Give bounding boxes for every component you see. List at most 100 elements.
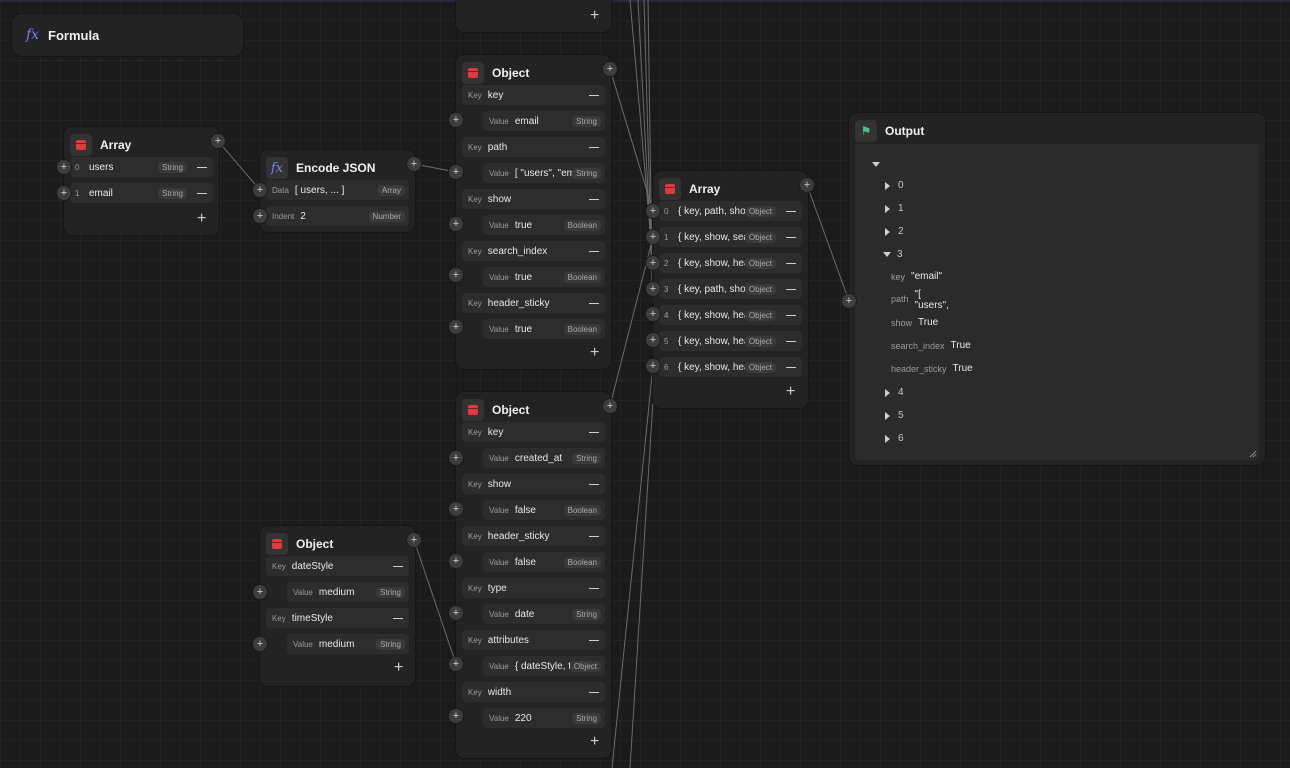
tree-item-6[interactable]: 6: [885, 433, 904, 444]
minus-icon[interactable]: [393, 565, 403, 567]
tree-item-1[interactable]: 1: [885, 203, 904, 214]
minus-icon[interactable]: [589, 535, 599, 537]
input-port[interactable]: +: [449, 657, 463, 671]
key-value[interactable]: header_sticky: [488, 298, 583, 309]
input-port[interactable]: +: [253, 585, 267, 599]
input-port[interactable]: +: [646, 230, 660, 244]
input-port[interactable]: +: [57, 160, 71, 174]
input-port[interactable]: +: [449, 451, 463, 465]
array-item-1[interactable]: 1 email String: [70, 183, 213, 203]
value-text[interactable]: [ "users", "ema: [515, 168, 572, 179]
value-text[interactable]: false: [515, 557, 564, 568]
array-item-3[interactable]: 3 { key, path, show, .Object: [659, 279, 802, 299]
input-port[interactable]: +: [449, 217, 463, 231]
key-field[interactable]: Key header_sticky: [462, 293, 605, 313]
minus-icon[interactable]: [589, 431, 599, 433]
minus-icon[interactable]: [786, 262, 796, 264]
key-value[interactable]: search_index: [488, 246, 583, 257]
tree-item-5[interactable]: 5: [885, 410, 904, 421]
input-port[interactable]: +: [253, 183, 267, 197]
value-text[interactable]: created_at: [515, 453, 572, 464]
minus-icon[interactable]: [589, 691, 599, 693]
input-port[interactable]: +: [842, 294, 856, 308]
input-port[interactable]: +: [646, 204, 660, 218]
field-value[interactable]: 2: [300, 211, 368, 222]
input-port[interactable]: +: [449, 606, 463, 620]
tree-item-4[interactable]: 4: [885, 387, 904, 398]
value-text[interactable]: date: [515, 609, 572, 620]
field-value[interactable]: [ users, ... ]: [295, 185, 378, 196]
value-text[interactable]: true: [515, 272, 564, 283]
key-field[interactable]: Key key: [462, 422, 605, 442]
minus-icon[interactable]: [786, 288, 796, 290]
collapse-arrow-icon[interactable]: [883, 252, 891, 257]
minus-icon[interactable]: [589, 146, 599, 148]
key-field[interactable]: Key show: [462, 474, 605, 494]
add-item-button[interactable]: +: [590, 345, 599, 361]
array-item-6[interactable]: 6 { key, show, headeObject: [659, 357, 802, 377]
input-port[interactable]: +: [449, 320, 463, 334]
minus-icon[interactable]: [786, 210, 796, 212]
tree-item-3[interactable]: 3: [883, 249, 903, 260]
value-field[interactable]: Value email String: [483, 111, 605, 131]
array-item-5[interactable]: 5 { key, show, headeObject: [659, 331, 802, 351]
value-field[interactable]: Value date String: [483, 604, 605, 624]
item-value[interactable]: { key, path, show, .: [678, 206, 745, 217]
key-field[interactable]: Key path: [462, 137, 605, 157]
add-item-button[interactable]: +: [590, 734, 599, 750]
key-value[interactable]: key: [488, 90, 583, 101]
expand-arrow-icon[interactable]: [885, 181, 890, 190]
expand-arrow-icon[interactable]: [885, 411, 890, 420]
key-field[interactable]: Key type: [462, 578, 605, 598]
value-field[interactable]: Value true Boolean: [483, 267, 605, 287]
input-port[interactable]: +: [449, 165, 463, 179]
value-field[interactable]: Value medium String: [287, 634, 409, 654]
add-item-button[interactable]: +: [197, 211, 206, 227]
key-value[interactable]: dateStyle: [292, 561, 387, 572]
value-field[interactable]: Value 220 String: [483, 708, 605, 728]
add-item-button[interactable]: +: [786, 384, 795, 400]
output-port[interactable]: +: [603, 62, 617, 76]
output-port[interactable]: +: [407, 157, 421, 171]
resize-handle-icon[interactable]: [1249, 450, 1257, 458]
minus-icon[interactable]: [197, 192, 207, 194]
array-item-0[interactable]: 0 { key, path, show, .Object: [659, 201, 802, 221]
value-text[interactable]: false: [515, 505, 564, 516]
expand-arrow-icon[interactable]: [885, 204, 890, 213]
item-value[interactable]: { key, show, heade: [678, 258, 745, 269]
item-value[interactable]: { key, show, heade: [678, 310, 745, 321]
input-port[interactable]: +: [646, 359, 660, 373]
key-value[interactable]: show: [488, 479, 583, 490]
array-item-4[interactable]: 4 { key, show, headeObject: [659, 305, 802, 325]
key-value[interactable]: path: [488, 142, 583, 153]
expand-arrow-icon[interactable]: [885, 388, 890, 397]
key-field[interactable]: Key key: [462, 85, 605, 105]
minus-icon[interactable]: [589, 94, 599, 96]
value-text[interactable]: email: [515, 116, 572, 127]
output-port[interactable]: +: [800, 178, 814, 192]
input-port[interactable]: +: [253, 209, 267, 223]
item-value[interactable]: { key, show, heade: [678, 336, 745, 347]
tree-item-0[interactable]: 0: [885, 180, 904, 191]
item-value[interactable]: { key, show, heade: [678, 362, 745, 373]
minus-icon[interactable]: [786, 236, 796, 238]
value-field[interactable]: Value false Boolean: [483, 500, 605, 520]
input-port[interactable]: +: [449, 709, 463, 723]
input-port[interactable]: +: [646, 256, 660, 270]
minus-icon[interactable]: [786, 366, 796, 368]
tree-item-2[interactable]: 2: [885, 226, 904, 237]
input-port[interactable]: +: [449, 502, 463, 516]
input-port[interactable]: +: [57, 186, 71, 200]
array-item-0[interactable]: 0 users String: [70, 157, 213, 177]
key-value[interactable]: timeStyle: [292, 613, 387, 624]
input-port[interactable]: +: [646, 333, 660, 347]
value-field[interactable]: Value false Boolean: [483, 552, 605, 572]
value-field[interactable]: Value [ "users", "emaString: [483, 163, 605, 183]
value-field[interactable]: Value medium String: [287, 582, 409, 602]
value-text[interactable]: true: [515, 324, 564, 335]
key-value[interactable]: type: [488, 583, 583, 594]
input-port[interactable]: +: [646, 307, 660, 321]
minus-icon[interactable]: [589, 198, 599, 200]
input-port[interactable]: +: [253, 637, 267, 651]
data-field[interactable]: Data [ users, ... ] Array: [266, 180, 409, 200]
